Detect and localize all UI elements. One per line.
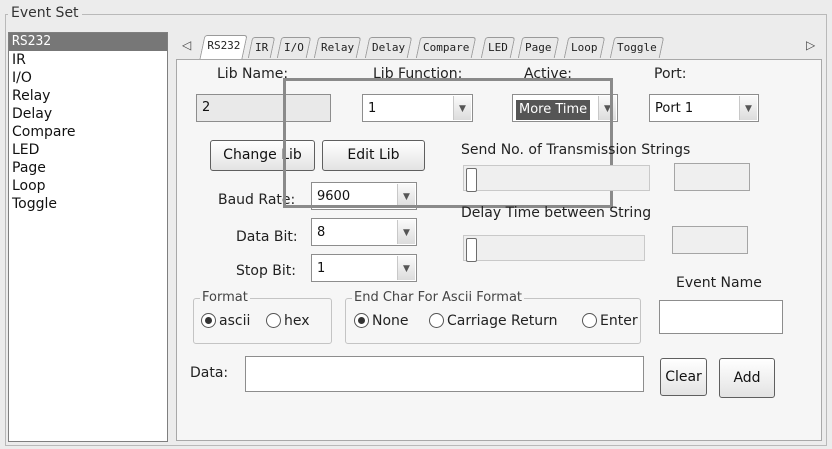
end-char-group: End Char For Ascii Format None Carriage … (345, 290, 641, 344)
list-item-rs232[interactable]: RS232 (9, 33, 167, 51)
chevron-down-icon[interactable]: ▼ (397, 256, 415, 280)
list-item-toggle[interactable]: Toggle (9, 195, 167, 213)
list-item-compare[interactable]: Compare (9, 123, 167, 141)
send-strings-slider-thumb[interactable] (466, 168, 477, 192)
tab-compare[interactable]: Compare (415, 37, 477, 58)
tab-scroll-left-icon[interactable]: ◁ (182, 38, 191, 52)
tab-io[interactable]: I/O (276, 37, 312, 58)
tab-delay[interactable]: Delay (364, 37, 413, 58)
data-bit-label: Data Bit: (236, 229, 298, 245)
stop-bit-select[interactable]: 1 ▼ (311, 254, 417, 282)
add-button[interactable]: Add (719, 358, 775, 398)
radio-unchecked-icon[interactable] (266, 313, 281, 328)
port-label: Port: (654, 66, 687, 82)
tab-ir[interactable]: IR (247, 37, 276, 58)
tab-loop[interactable]: Loop (563, 37, 605, 58)
format-group: Format ascii hex (193, 290, 332, 344)
tab-led[interactable]: LED (480, 37, 516, 58)
port-select[interactable]: Port 1 ▼ (649, 94, 759, 122)
list-item-ir[interactable]: IR (9, 51, 167, 69)
delay-time-value-box (672, 226, 748, 254)
list-item-page[interactable]: Page (9, 159, 167, 177)
format-legend: Format (200, 290, 250, 305)
event-name-label: Event Name (676, 275, 762, 291)
end-char-radio-none[interactable]: None (354, 313, 409, 329)
send-strings-label: Send No. of Transmission Strings (461, 142, 691, 158)
delay-time-slider[interactable] (463, 235, 645, 262)
tab-relay[interactable]: Relay (313, 37, 362, 58)
data-label: Data: (190, 365, 229, 381)
format-radio-ascii[interactable]: ascii (201, 313, 250, 329)
list-item-loop[interactable]: Loop (9, 177, 167, 195)
delay-time-slider-thumb[interactable] (466, 238, 477, 262)
end-char-radio-enter[interactable]: Enter (582, 313, 638, 329)
tab-rs232[interactable]: RS232 (199, 35, 248, 59)
event-tabstrip: ◁ RS232 IR I/O Relay Delay Compare LED P… (176, 34, 822, 60)
radio-unchecked-icon[interactable] (429, 313, 444, 328)
list-item-io[interactable]: I/O (9, 69, 167, 87)
chevron-down-icon[interactable]: ▼ (739, 96, 757, 120)
event-name-field[interactable] (659, 300, 783, 334)
list-item-relay[interactable]: Relay (9, 87, 167, 105)
event-type-list[interactable]: RS232 IR I/O Relay Delay Compare LED Pag… (8, 32, 168, 442)
clear-button[interactable]: Clear (660, 358, 707, 396)
chevron-down-icon[interactable]: ▼ (397, 220, 415, 244)
tab-scroll-right-icon[interactable]: ▷ (806, 38, 815, 52)
stop-bit-label: Stop Bit: (236, 263, 296, 279)
end-char-radio-carriage-return[interactable]: Carriage Return (429, 313, 558, 329)
groupbox-title: Event Set (8, 5, 82, 21)
list-item-delay[interactable]: Delay (9, 105, 167, 123)
send-strings-slider[interactable] (463, 165, 650, 192)
radio-unchecked-icon[interactable] (582, 313, 597, 328)
tab-toggle[interactable]: Toggle (609, 37, 664, 58)
radio-checked-icon[interactable] (354, 313, 369, 328)
delay-time-label: Delay Time between String (461, 205, 652, 221)
list-item-led[interactable]: LED (9, 141, 167, 159)
end-char-legend: End Char For Ascii Format (352, 290, 525, 305)
radio-checked-icon[interactable] (201, 313, 216, 328)
send-strings-value-box (674, 163, 750, 191)
data-bit-select[interactable]: 8 ▼ (311, 218, 417, 246)
lib-name-label: Lib Name: (217, 66, 289, 82)
format-radio-hex[interactable]: hex (266, 313, 310, 329)
tab-page[interactable]: Page (517, 37, 559, 58)
data-input[interactable] (245, 356, 644, 392)
